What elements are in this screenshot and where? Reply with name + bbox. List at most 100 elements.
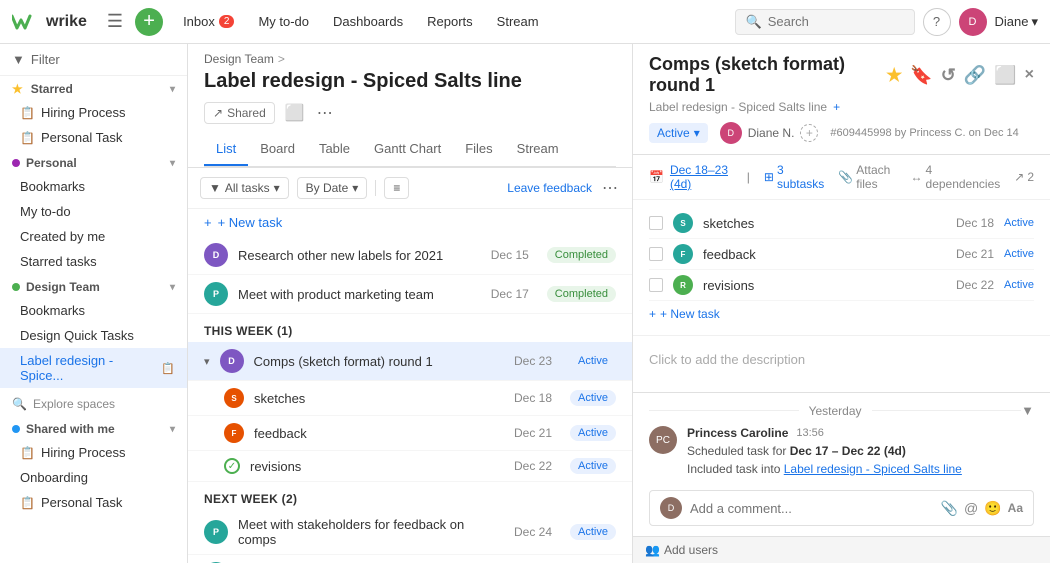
dashboards-link[interactable]: Dashboards [325,10,411,33]
tab-table[interactable]: Table [307,133,362,166]
sidebar-item-mytodo[interactable]: My to-do [0,199,187,224]
sidebar-item-created-by-me[interactable]: Created by me [0,224,187,249]
comments-section: Yesterday ▼ PC Princess Caroline 13:56 S… [633,392,1050,536]
help-button[interactable]: ? [923,8,951,36]
attach-button[interactable]: 📎 Attach files [838,163,896,191]
chevron-down-icon: ▾ [170,84,175,95]
filter-icon: ▼ [12,52,25,67]
filter-button[interactable]: ▼ Filter [0,44,187,76]
table-row[interactable]: F feedback Dec 21 Active [188,416,632,451]
avatar: D [220,349,244,373]
table-row[interactable]: ▾ D Comps (sketch format) round 1 Dec 23… [188,342,632,381]
tab-gantt-chart[interactable]: Gantt Chart [362,133,453,166]
subtask-checkbox[interactable] [649,247,663,261]
reports-link[interactable]: Reports [419,10,481,33]
task-list-panel: Design Team > Label redesign - Spiced Sa… [188,44,633,563]
document-icon: 📋 [20,496,35,510]
subtask-checkbox[interactable] [649,278,663,292]
chevron-down-icon: ▾ [274,181,280,195]
leave-feedback-button[interactable]: Leave feedback [507,181,592,195]
comment-input[interactable] [690,501,933,516]
table-row[interactable]: D Research other new labels for 2021 Dec… [188,236,632,275]
more-toolbar-options-icon[interactable]: ⋯ [600,176,620,200]
dependencies-icon: ↔ [911,170,923,184]
emoji-icon[interactable]: 🙂 [984,500,1001,517]
view-options-button[interactable]: ≡ [384,177,409,199]
chevron-down-icon: ▾ [170,424,175,435]
sidebar-item-hiring-process-starred[interactable]: 📋 Hiring Process [0,100,187,125]
list-item[interactable]: F feedback Dec 21 Active [649,239,1034,270]
filter-icon[interactable]: ▼ [1021,403,1034,418]
by-date-filter[interactable]: By Date ▾ [297,177,368,199]
table-row[interactable]: P Meet with product marketing team Dec 1… [188,275,632,314]
table-row[interactable]: ✓ revisions Dec 22 Active [188,451,632,482]
shared-button[interactable]: ↗ Shared [204,102,275,124]
list-item[interactable]: R revisions Dec 22 Active [649,270,1034,301]
sidebar-item-design-quick-tasks[interactable]: Design Quick Tasks [0,323,187,348]
date-range[interactable]: Dec 18–23 (4d) [670,163,733,191]
tab-board[interactable]: Board [248,133,307,166]
mention-icon[interactable]: @ [964,500,978,516]
avatar[interactable]: D [959,8,987,36]
table-row[interactable]: P Revisions - Comps round 2 Jan 1, 2021 … [188,555,632,563]
inbox-badge: 2 [219,15,235,28]
description-area[interactable]: Click to add the description [633,336,1050,392]
personal-header[interactable]: Personal ▾ [0,150,187,174]
subtask-checkbox[interactable] [649,216,663,230]
new-task-button[interactable]: + + New task [188,209,632,236]
inbox-link[interactable]: Inbox 2 [175,10,242,33]
mytodo-link[interactable]: My to-do [250,10,317,33]
sidebar-item-bookmarks-personal[interactable]: Bookmarks [0,174,187,199]
create-button[interactable]: + [135,8,163,36]
filter-icon: ▼ [209,181,221,195]
add-assignee-button[interactable]: + [800,124,818,142]
chevron-down-icon: ▾ [204,355,210,368]
tab-stream[interactable]: Stream [505,133,571,166]
dependencies-link[interactable]: ↔ 4 dependencies [911,163,1001,191]
avatar: D [204,243,228,267]
comment-project-link[interactable]: Label redesign - Spiced Salts line [784,462,962,476]
tab-list[interactable]: List [204,133,248,166]
subtasks-link[interactable]: ⊞ 3 subtasks [764,163,824,191]
external-link-icon[interactable]: ⬜ [994,65,1016,86]
table-row[interactable]: S sketches Dec 18 Active [188,381,632,416]
logo[interactable]: wrike [12,11,87,33]
status-dropdown[interactable]: Active ▾ [649,123,708,143]
share-count[interactable]: ↗ 2 [1014,170,1034,184]
sidebar-item-personal-task-starred[interactable]: 📋 Personal Task [0,125,187,150]
user-name[interactable]: Diane ▾ [995,14,1039,30]
tab-files[interactable]: Files [453,133,504,166]
shared-with-me-header[interactable]: Shared with me ▾ [0,416,187,440]
list-item[interactable]: S sketches Dec 18 Active [649,208,1034,239]
sidebar-item-label-redesign[interactable]: Label redesign - Spice... 📋 [0,348,187,388]
sidebar-item-personal-task-shared[interactable]: 📋 Personal Task [0,490,187,515]
explore-spaces-button[interactable]: 🔍 Explore spaces [0,392,187,416]
star-icon[interactable]: ★ [886,65,902,86]
document-icon: 📋 [20,446,35,460]
new-subtask-button[interactable]: + + New task [649,301,1034,327]
expand-icon[interactable]: ⬜ [283,101,307,125]
sidebar-item-bookmarks-design[interactable]: Bookmarks [0,298,187,323]
sidebar-item-onboarding[interactable]: Onboarding [0,465,187,490]
design-team-header[interactable]: Design Team ▾ [0,274,187,298]
more-options-icon[interactable]: ⋯ [315,101,335,125]
shared-dot-icon [12,425,20,433]
attachment-icon[interactable]: 📎 [941,500,958,517]
sidebar-item-hiring-process-shared[interactable]: 📋 Hiring Process [0,440,187,465]
plus-icon[interactable]: + [833,100,840,114]
bookmark-icon[interactable]: 🔖 [910,65,932,86]
description-placeholder[interactable]: Click to add the description [649,352,1034,367]
link-icon[interactable]: 🔗 [964,65,986,86]
search-input[interactable] [768,14,888,29]
sidebar-item-starred-tasks[interactable]: Starred tasks [0,249,187,274]
chevron-down-icon: ▾ [170,282,175,293]
add-users-button[interactable]: 👥 Add users [633,536,1050,563]
stream-link[interactable]: Stream [489,10,547,33]
history-icon[interactable]: ↺ [941,65,956,86]
close-icon[interactable]: × [1025,66,1034,84]
hamburger-icon[interactable]: ☰ [103,7,127,36]
text-format-icon[interactable]: Aa [1008,501,1023,515]
all-tasks-filter[interactable]: ▼ All tasks ▾ [200,177,289,199]
starred-header[interactable]: ★ Starred ▾ [0,76,187,100]
table-row[interactable]: P Meet with stakeholders for feedback on… [188,510,632,555]
